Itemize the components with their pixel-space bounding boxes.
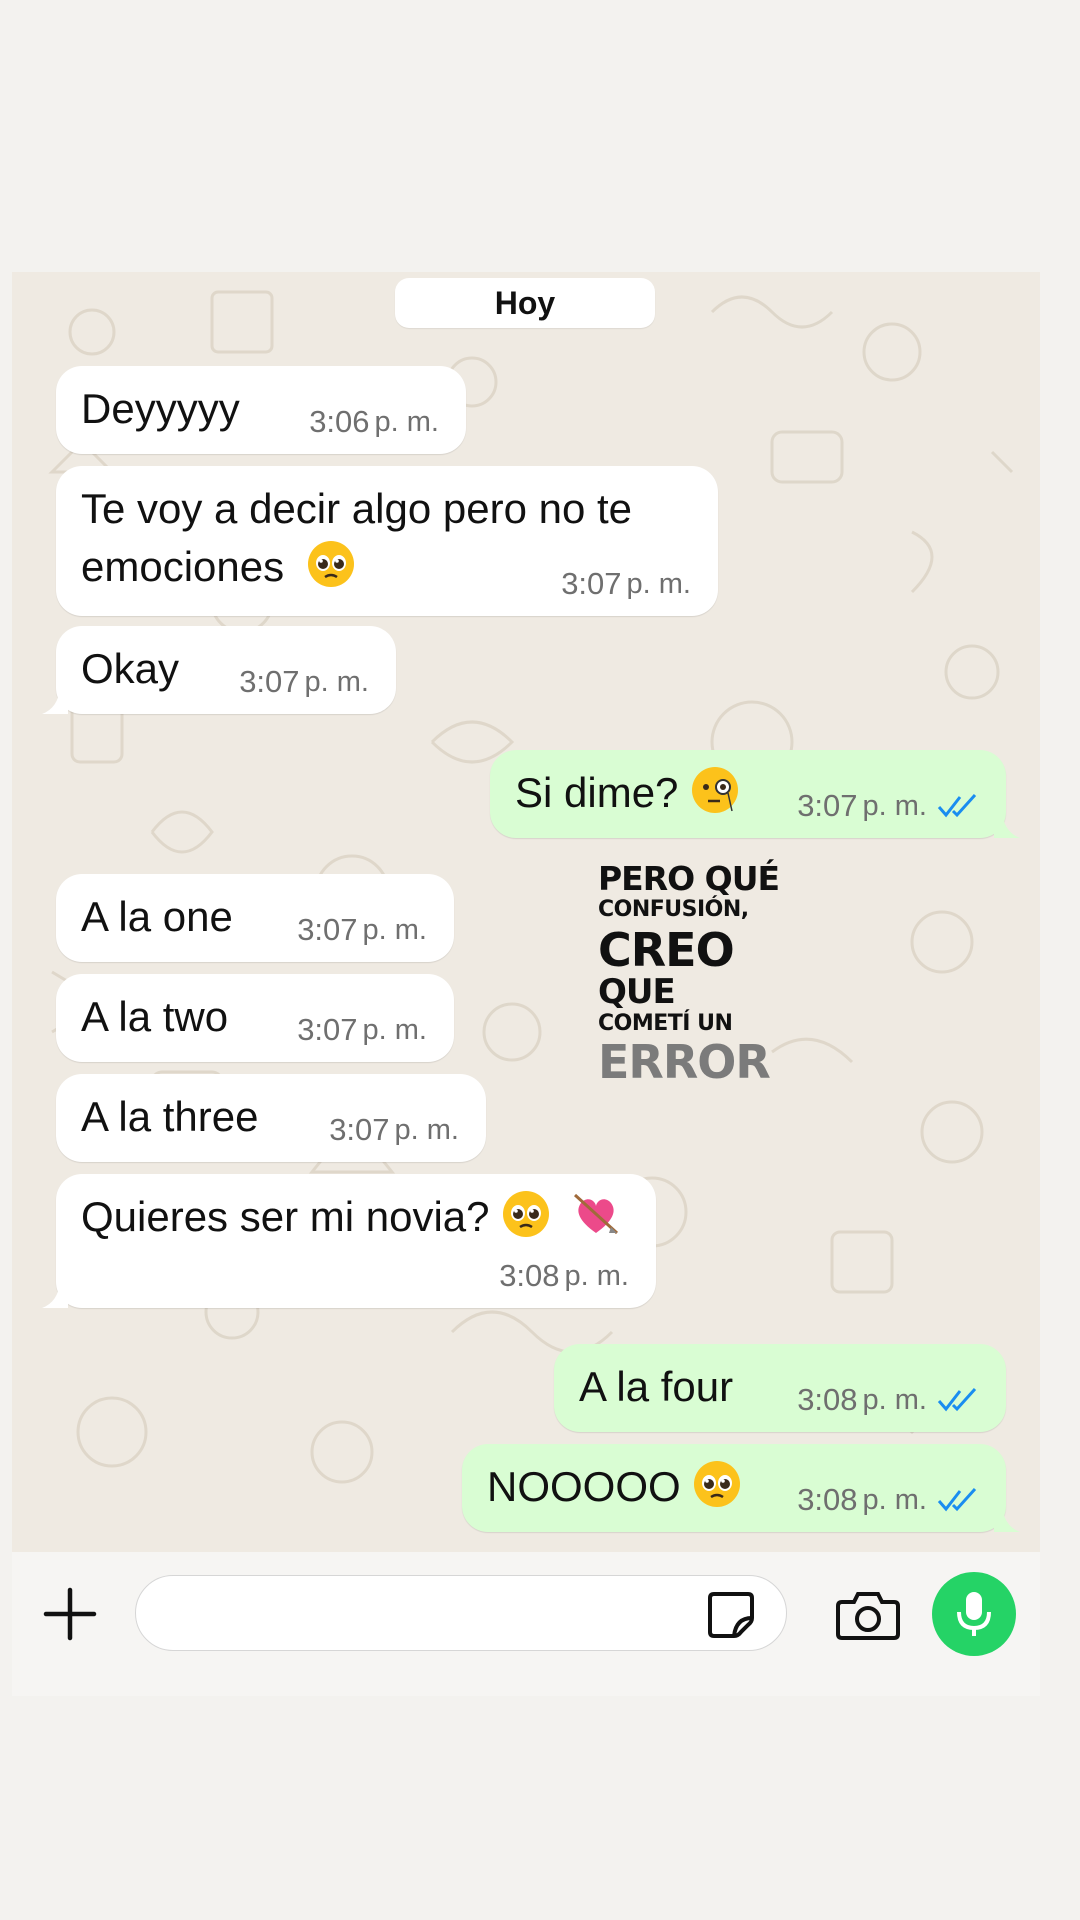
message-text: Quieres ser mi novia? [81, 1188, 621, 1246]
outgoing-message[interactable]: NOOOOO 3:08 p. m. [462, 1444, 1006, 1532]
message-input[interactable] [135, 1575, 787, 1651]
pleading-face-icon [694, 1461, 741, 1507]
time-value: 3:07 [561, 566, 622, 601]
incoming-message[interactable]: Quieres ser mi novia? 3:08 p. m. [56, 1174, 656, 1308]
message-time: 3:07 p. m. [297, 912, 427, 948]
message-time: 3:07 p. m. [297, 1012, 427, 1048]
message-text-line1: Te voy a decir algo pero no te [81, 485, 633, 532]
message-text: A la one [81, 893, 233, 940]
bubble-tail [994, 1506, 1020, 1532]
microphone-icon [957, 1592, 991, 1636]
time-ampm: p. m. [862, 789, 927, 822]
sticker-line: PERO QUÉ [598, 859, 780, 898]
message-time: 3:08 p. m. [797, 1482, 979, 1518]
time-ampm: p. m. [394, 1113, 459, 1146]
pleading-face-icon [307, 541, 354, 587]
time-ampm: p. m. [862, 1383, 927, 1416]
message-time: 3:06 p. m. [309, 404, 439, 440]
time-value: 3:08 [797, 1482, 858, 1517]
sticker-line: ERROR [598, 1035, 771, 1089]
incoming-message[interactable]: A la one 3:07 p. m. [56, 874, 454, 962]
incoming-message[interactable]: Deyyyyy 3:06 p. m. [56, 366, 466, 454]
sticker-line: COMETÍ UN [598, 1011, 733, 1036]
incoming-message[interactable]: Te voy a decir algo pero no te emociones… [56, 466, 718, 616]
message-text: Okay [81, 645, 180, 692]
bubble-tail [42, 688, 68, 714]
sticker-line: CONFUSIÓN, [598, 897, 749, 922]
time-ampm: p. m. [564, 1259, 629, 1292]
sticker-icon [708, 1592, 754, 1638]
message-time: 3:07 p. m. [329, 1112, 459, 1148]
attach-button[interactable] [42, 1586, 98, 1642]
outgoing-message[interactable]: A la four 3:08 p. m. [554, 1344, 1006, 1432]
time-ampm: p. m. [374, 405, 439, 438]
outgoing-message[interactable]: Si dime? 3:07 p. m. [490, 750, 1006, 838]
message-text-line2-label: emociones [81, 543, 285, 590]
time-value: 3:08 [797, 1382, 858, 1417]
time-value: 3:06 [309, 404, 370, 439]
time-value: 3:07 [297, 912, 358, 947]
message-time: 3:07 p. m. [561, 566, 691, 602]
incoming-message[interactable]: A la three 3:07 p. m. [56, 1074, 486, 1162]
heart-with-arrow-icon [573, 1193, 618, 1235]
time-ampm: p. m. [626, 567, 691, 600]
sticker-line: CREO [598, 923, 735, 977]
date-separator: Hoy [395, 278, 655, 328]
pleading-face-icon [503, 1191, 550, 1237]
camera-icon [836, 1592, 900, 1640]
date-label: Hoy [494, 284, 556, 321]
time-value: 3:07 [239, 664, 300, 699]
time-value: 3:08 [499, 1258, 560, 1293]
message-time: 3:08 p. m. [797, 1382, 979, 1418]
message-text: Deyyyyy [81, 385, 240, 432]
chat-panel: Hoy Deyyyyy 3:06 p. m. Te voy a decir alg… [12, 272, 1040, 1696]
plus-icon [43, 1587, 97, 1641]
time-ampm: p. m. [362, 1013, 427, 1046]
message-time: 3:07 p. m. [797, 788, 979, 824]
time-ampm: p. m. [304, 665, 369, 698]
message-text: A la four [579, 1363, 734, 1410]
read-receipt-icon [937, 793, 977, 818]
face-with-monocle-icon [692, 767, 739, 813]
message-time: 3:07 p. m. [239, 664, 369, 700]
incoming-message[interactable]: A la two 3:07 p. m. [56, 974, 454, 1062]
time-value: 3:07 [329, 1112, 390, 1147]
message-text: A la three [81, 1093, 259, 1140]
sticker-button[interactable] [706, 1590, 756, 1640]
camera-button[interactable] [836, 1588, 900, 1642]
bubble-tail [994, 812, 1020, 838]
incoming-message[interactable]: Okay 3:07 p. m. [56, 626, 396, 714]
message-text-label: Quieres ser mi novia? [81, 1193, 490, 1240]
message-text: A la two [81, 993, 229, 1040]
message-text: NOOOOO [487, 1458, 742, 1516]
message-text: Si dime? [515, 764, 740, 822]
read-receipt-icon [937, 1387, 977, 1412]
message-text-label: Si dime? [515, 769, 679, 816]
time-ampm: p. m. [862, 1483, 927, 1516]
mic-button[interactable] [932, 1572, 1016, 1656]
message-text-line2: emociones [81, 538, 356, 596]
read-receipt-icon [937, 1487, 977, 1512]
composer-bar [12, 1552, 1040, 1696]
text-sticker[interactable]: PERO QUÉ CONFUSIÓN, CREO QUE COMETÍ UN E… [598, 862, 818, 1085]
message-time: 3:08 p. m. [499, 1258, 629, 1294]
message-text-label: NOOOOO [487, 1463, 681, 1510]
message-list[interactable]: Hoy Deyyyyy 3:06 p. m. Te voy a decir alg… [12, 272, 1040, 1552]
sticker-line: QUE [598, 972, 676, 1012]
time-ampm: p. m. [362, 913, 427, 946]
time-value: 3:07 [797, 788, 858, 823]
bubble-tail [42, 1282, 68, 1308]
time-value: 3:07 [297, 1012, 358, 1047]
